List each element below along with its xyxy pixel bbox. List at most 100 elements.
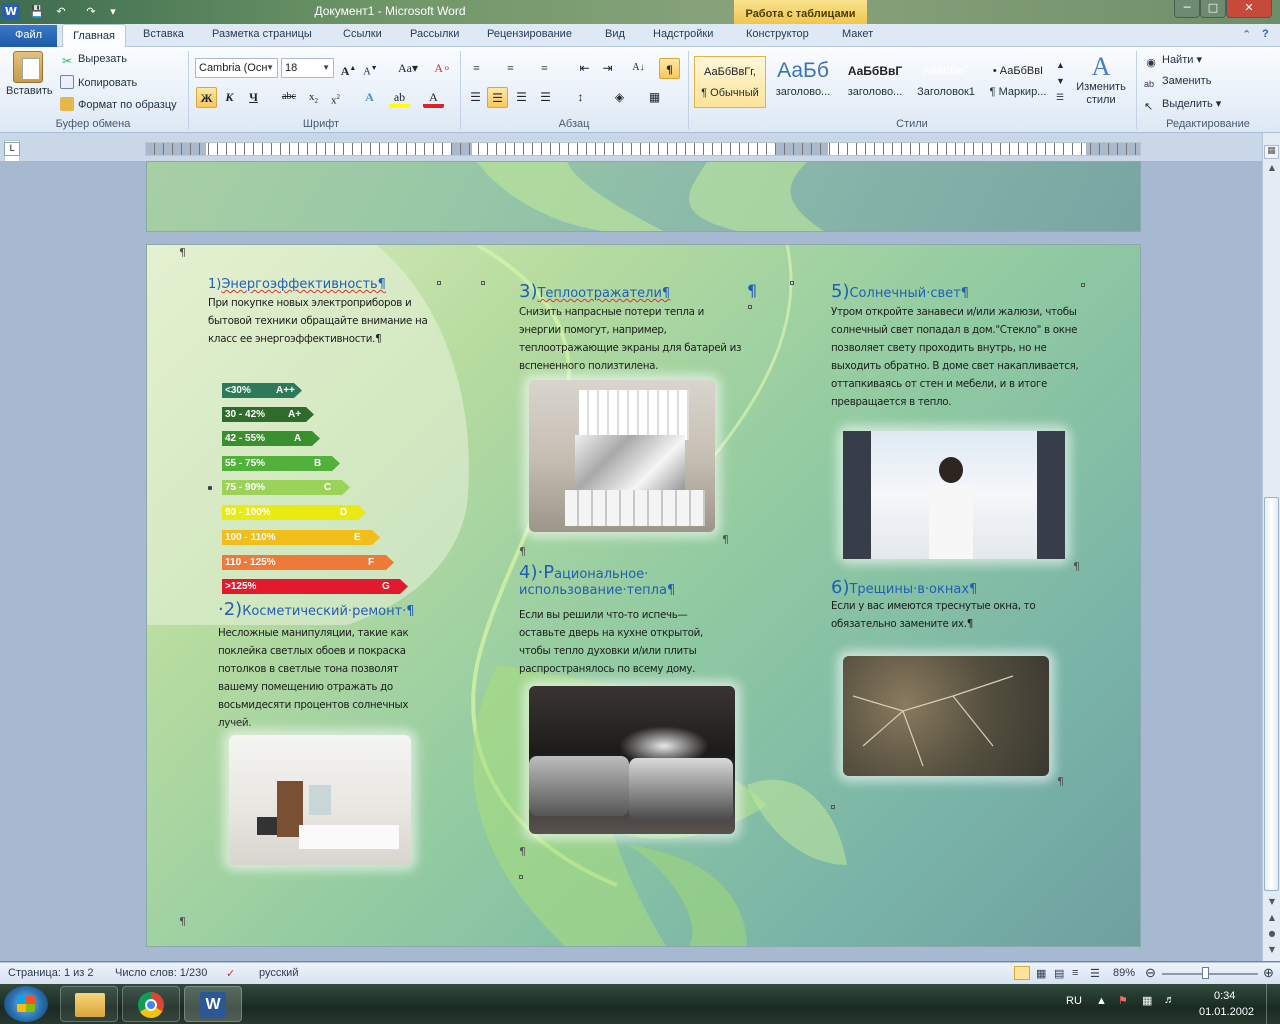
font-size-combo[interactable]: 18 ▼ xyxy=(281,58,334,78)
help-icon[interactable]: ? xyxy=(1262,28,1269,40)
clear-formatting-button[interactable]: A∘ xyxy=(432,58,453,79)
font-name-combo[interactable]: Cambria (Осн ▼ xyxy=(195,58,278,78)
styles-gallery-scroll[interactable]: ▲ ▼ ☰ xyxy=(1056,57,1065,105)
tab-home[interactable]: Главная xyxy=(62,24,126,48)
change-styles-button[interactable]: A Изменить стили xyxy=(1072,53,1130,107)
increase-indent-button[interactable]: ⇥ xyxy=(597,58,618,79)
tab-page-layout[interactable]: Разметка страницы xyxy=(212,28,312,40)
word-taskbar-button[interactable]: W xyxy=(184,986,242,1022)
minimize-button[interactable]: ─ xyxy=(1174,0,1200,18)
change-case-button[interactable]: Aa▾ xyxy=(394,58,422,79)
shrink-font-button[interactable]: A▼ xyxy=(360,58,381,79)
clock-time[interactable]: 0:34 xyxy=(1214,990,1235,1002)
style-normal[interactable]: АаБбВвГг, ¶ Обычный xyxy=(694,56,766,108)
draft-view-icon[interactable]: ☰ xyxy=(1090,967,1100,980)
subscript-button[interactable]: x2 xyxy=(303,87,324,108)
tab-addins[interactable]: Надстройки xyxy=(653,28,713,40)
minimize-ribbon-icon[interactable]: ⌃ xyxy=(1242,28,1251,41)
zoom-in-icon[interactable]: ⊕ xyxy=(1263,965,1274,981)
clock-date[interactable]: 01.01.2002 xyxy=(1199,1006,1254,1018)
find-button[interactable]: ◉ Найти ▾ xyxy=(1144,53,1202,70)
maximize-button[interactable]: □ xyxy=(1200,0,1226,18)
align-center-button[interactable]: ☰ xyxy=(487,87,508,108)
numbering-button[interactable]: ≡ xyxy=(500,58,521,79)
tab-table-design[interactable]: Конструктор xyxy=(746,28,809,40)
tab-view[interactable]: Вид xyxy=(605,28,625,40)
outline-view-icon[interactable]: ≡ xyxy=(1072,967,1078,979)
word-count[interactable]: Число слов: 1/230 xyxy=(115,967,207,979)
scroll-down-icon[interactable]: ▼ xyxy=(1265,897,1279,909)
close-button[interactable]: ✕ xyxy=(1226,0,1272,18)
browse-object-icon[interactable]: ● xyxy=(1265,929,1279,941)
energy-class-bar: >125% G xyxy=(222,579,408,594)
zoom-out-icon[interactable]: ⊖ xyxy=(1145,965,1156,981)
font-color-button[interactable]: A xyxy=(423,87,444,108)
print-layout-view-icon[interactable] xyxy=(1014,966,1030,980)
justify-button[interactable]: ☰ xyxy=(535,87,556,108)
scroll-thumb[interactable] xyxy=(1264,497,1279,891)
align-right-button[interactable]: ☰ xyxy=(511,87,532,108)
proofing-icon[interactable]: ✓ xyxy=(226,967,235,980)
energy-class-letter: D xyxy=(340,507,348,518)
next-page-icon[interactable]: ▼ xyxy=(1265,945,1279,957)
scroll-up-icon[interactable]: ▲ xyxy=(1265,163,1279,175)
paste-button[interactable]: Вставить xyxy=(6,51,53,97)
tab-file[interactable]: Файл xyxy=(0,25,57,47)
show-formatting-marks-button[interactable]: ¶ xyxy=(659,58,680,79)
chrome-taskbar-button[interactable] xyxy=(122,986,180,1022)
sort-button[interactable]: A↓ xyxy=(628,58,649,79)
network-icon[interactable]: ▦ xyxy=(1142,994,1152,1007)
start-button[interactable] xyxy=(4,986,48,1022)
tab-selector[interactable]: L xyxy=(4,142,20,156)
format-painter-button[interactable]: Формат по образцу xyxy=(60,97,177,111)
copy-button[interactable]: Копировать xyxy=(60,75,137,89)
input-language[interactable]: RU xyxy=(1066,995,1082,1007)
align-left-button[interactable]: ☰ xyxy=(465,87,486,108)
ribbon-tabs: Файл Главная Вставка Разметка страницы С… xyxy=(0,24,1280,48)
tab-references[interactable]: Ссылки xyxy=(343,28,382,40)
decrease-indent-button[interactable]: ⇤ xyxy=(574,58,595,79)
web-layout-view-icon[interactable]: ▤ xyxy=(1054,967,1064,980)
vertical-scrollbar[interactable]: ▦ ▲ ▼ ▲ ● ▼ xyxy=(1262,133,1280,961)
superscript-button[interactable]: x2 xyxy=(325,87,346,108)
zoom-level[interactable]: 89% xyxy=(1113,967,1135,979)
replace-button[interactable]: ab Заменить xyxy=(1144,75,1211,91)
style-list-bullet[interactable]: • АаБбВвI ¶ Маркир... xyxy=(984,56,1052,108)
zoom-slider-track[interactable] xyxy=(1162,973,1258,975)
zoom-slider-thumb[interactable] xyxy=(1202,967,1209,979)
view-ruler-button[interactable]: ▦ xyxy=(1264,145,1279,159)
tab-insert[interactable]: Вставка xyxy=(143,28,184,40)
style-heading1-custom[interactable]: АаБбВвГ Заголовок1 xyxy=(910,56,982,108)
bold-button[interactable]: Ж xyxy=(196,87,217,108)
windows-logo-icon xyxy=(17,996,35,1012)
italic-button[interactable]: К xyxy=(219,87,240,108)
horizontal-ruler[interactable] xyxy=(145,142,1141,156)
tab-mailings[interactable]: Рассылки xyxy=(410,28,459,40)
borders-button[interactable]: ▦ xyxy=(644,87,665,108)
style-heading-1[interactable]: АаБб заголово... xyxy=(768,56,838,108)
highlight-button[interactable]: ab xyxy=(389,87,410,108)
previous-page-icon[interactable]: ▲ xyxy=(1265,913,1279,925)
underline-button[interactable]: Ч xyxy=(243,87,264,108)
explorer-taskbar-button[interactable] xyxy=(60,986,118,1022)
tab-review[interactable]: Рецензирование xyxy=(487,28,572,40)
cut-button[interactable]: ✂ Вырезать xyxy=(60,53,127,68)
language-indicator[interactable]: русский xyxy=(259,967,298,979)
grow-font-button[interactable]: A▲ xyxy=(338,58,359,79)
action-center-icon[interactable]: ⚑ xyxy=(1118,994,1128,1007)
full-screen-view-icon[interactable]: ▦ xyxy=(1036,967,1046,980)
replace-label: Заменить xyxy=(1162,75,1212,87)
style-heading-2[interactable]: АаБбВвГ заголово... xyxy=(840,56,910,108)
tab-table-layout[interactable]: Макет xyxy=(842,28,873,40)
bullets-button[interactable]: ≡ xyxy=(466,58,487,79)
multilevel-list-button[interactable]: ≡ xyxy=(534,58,555,79)
show-hidden-icons-icon[interactable]: ▲ xyxy=(1096,995,1107,1007)
volume-icon[interactable]: ♬ xyxy=(1164,994,1175,1006)
select-button[interactable]: ↖ Выделить ▾ xyxy=(1144,97,1221,114)
text-effects-button[interactable]: A xyxy=(359,87,380,108)
page-indicator[interactable]: Страница: 1 из 2 xyxy=(8,967,94,979)
shading-button[interactable]: ◈ xyxy=(609,87,630,108)
strikethrough-button[interactable]: abc xyxy=(277,87,301,108)
line-spacing-button[interactable]: ↕ xyxy=(570,87,591,108)
show-desktop-button[interactable] xyxy=(1266,984,1280,1024)
